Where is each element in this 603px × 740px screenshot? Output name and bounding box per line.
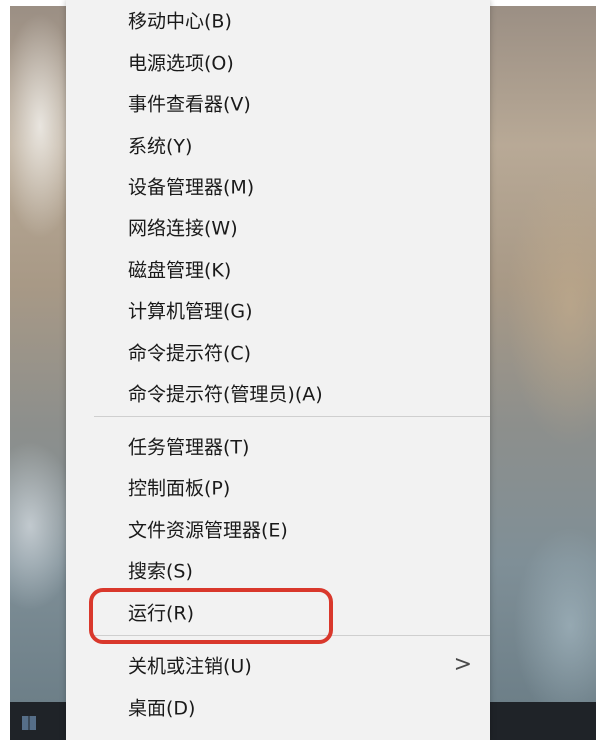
menu-item-desktop[interactable]: 桌面(D) <box>66 687 490 727</box>
menu-item-label: 命令提示符(C) <box>128 342 252 365</box>
menu-item-network-connections[interactable]: 网络连接(W) <box>66 207 490 247</box>
menu-item-shutdown-signout[interactable]: 关机或注销(U) > <box>66 645 490 685</box>
menu-item-task-manager[interactable]: 任务管理器(T) <box>66 426 490 466</box>
menu-item-label: 设备管理器(M) <box>128 176 255 199</box>
menu-separator <box>94 416 490 417</box>
menu-item-label: 磁盘管理(K) <box>128 259 232 282</box>
menu-item-device-manager[interactable]: 设备管理器(M) <box>66 166 490 206</box>
menu-item-search[interactable]: 搜索(S) <box>66 550 490 590</box>
menu-item-label: 控制面板(P) <box>128 477 231 500</box>
menu-item-power-options[interactable]: 电源选项(O) <box>66 42 490 82</box>
menu-item-event-viewer[interactable]: 事件查看器(V) <box>66 83 490 123</box>
menu-item-system[interactable]: 系统(Y) <box>66 125 490 165</box>
menu-item-file-explorer[interactable]: 文件资源管理器(E) <box>66 509 490 549</box>
menu-item-label: 事件查看器(V) <box>128 93 251 116</box>
menu-separator <box>94 635 490 636</box>
menu-item-label: 命令提示符(管理员)(A) <box>128 383 323 406</box>
menu-item-label: 任务管理器(T) <box>128 436 250 459</box>
menu-item-disk-management[interactable]: 磁盘管理(K) <box>66 249 490 289</box>
menu-item-label: 桌面(D) <box>128 697 196 720</box>
menu-item-label: 运行(R) <box>128 602 195 625</box>
menu-item-command-prompt[interactable]: 命令提示符(C) <box>66 332 490 372</box>
menu-item-command-prompt-admin[interactable]: 命令提示符(管理员)(A) <box>66 373 490 413</box>
menu-item-label: 系统(Y) <box>128 135 193 158</box>
menu-item-computer-management[interactable]: 计算机管理(G) <box>66 290 490 330</box>
menu-item-label: 计算机管理(G) <box>128 300 253 323</box>
menu-item-label: 移动中心(B) <box>128 10 232 33</box>
menu-item-control-panel[interactable]: 控制面板(P) <box>66 467 490 507</box>
menu-item-label: 文件资源管理器(E) <box>128 519 288 542</box>
chevron-right-icon: > <box>453 652 472 677</box>
menu-item-label: 电源选项(O) <box>128 52 234 75</box>
menu-item-run[interactable]: 运行(R) <box>66 592 490 632</box>
menu-item-label: 网络连接(W) <box>128 217 238 240</box>
menu-item-mobility-center[interactable]: 移动中心(B) <box>66 0 490 40</box>
winx-context-menu: 移动中心(B) 电源选项(O) 事件查看器(V) 系统(Y) 设备管理器(M) … <box>66 0 490 740</box>
start-icon[interactable] <box>22 716 36 730</box>
menu-item-label: 关机或注销(U) <box>128 655 252 678</box>
menu-item-label: 搜索(S) <box>128 560 193 583</box>
